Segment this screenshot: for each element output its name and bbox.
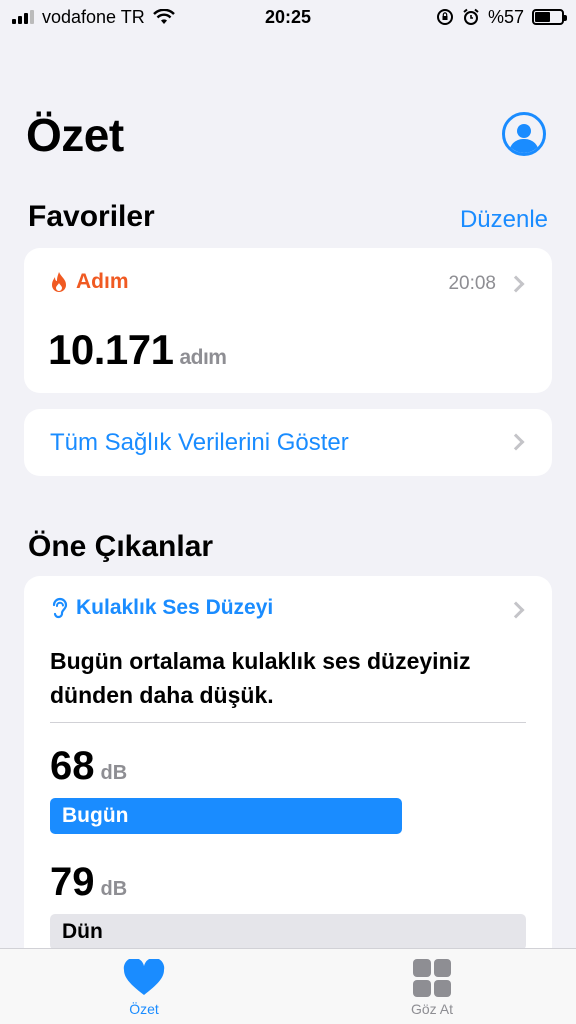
tab-summary[interactable]: Özet [84,959,204,1017]
yesterday-bar: Dün [50,914,526,950]
step-count-card[interactable]: Adım 20:08 10.171 adım [24,248,552,393]
orientation-lock-icon [436,9,453,25]
heart-icon [123,959,165,995]
today-bar: Bugün [50,798,402,834]
status-bar: vodafone TR 20:25 %57 [0,0,576,34]
tab-summary-label: Özet [129,1001,159,1017]
wifi-icon [152,9,175,24]
battery-percentage: %57 [487,6,524,27]
chevron-right-icon [507,433,525,451]
tab-browse[interactable]: Göz At [372,959,492,1017]
chevron-right-icon [507,275,525,293]
carrier-label: vodafone TR [42,6,145,27]
favorites-title: Favoriler [28,200,155,233]
alarm-icon [463,8,479,25]
chevron-right-icon [507,601,525,619]
cellular-signal-icon [12,10,34,24]
headphone-card-title: Kulaklık Ses Düzeyi [76,596,274,619]
highlights-title: Öne Çıkanlar [28,530,214,563]
battery-icon [532,9,567,25]
show-all-health-data-label: Tüm Sağlık Verilerini Göster [50,429,349,456]
today-label: Bugün [62,804,129,827]
profile-button[interactable] [502,112,546,156]
yesterday-value: 79 [50,860,95,904]
yesterday-label: Dün [62,920,103,943]
flame-icon [52,272,66,292]
person-icon [517,124,531,138]
step-count-value: 10.171 [48,326,174,373]
edit-button[interactable]: Düzenle [460,206,548,234]
divider [50,722,526,723]
show-all-health-data-button[interactable]: Tüm Sağlık Verilerini Göster [24,409,552,476]
grid-icon [413,959,451,997]
today-unit: dB [100,762,128,784]
headphone-card-description: Bugün ortalama kulaklık ses düzeyiniz dü… [50,648,471,708]
yesterday-unit: dB [100,878,128,900]
tab-bar: Özet Göz At [0,948,576,1024]
ear-icon [52,597,68,619]
step-card-time: 20:08 [448,273,496,294]
step-card-title: Adım [76,270,129,293]
headphone-audio-card[interactable]: Kulaklık Ses Düzeyi Bugün ortalama kulak… [24,576,552,976]
today-value: 68 [50,744,95,788]
step-count-unit: adım [179,346,227,369]
tab-browse-label: Göz At [410,1001,454,1017]
page-title: Özet [26,109,124,161]
